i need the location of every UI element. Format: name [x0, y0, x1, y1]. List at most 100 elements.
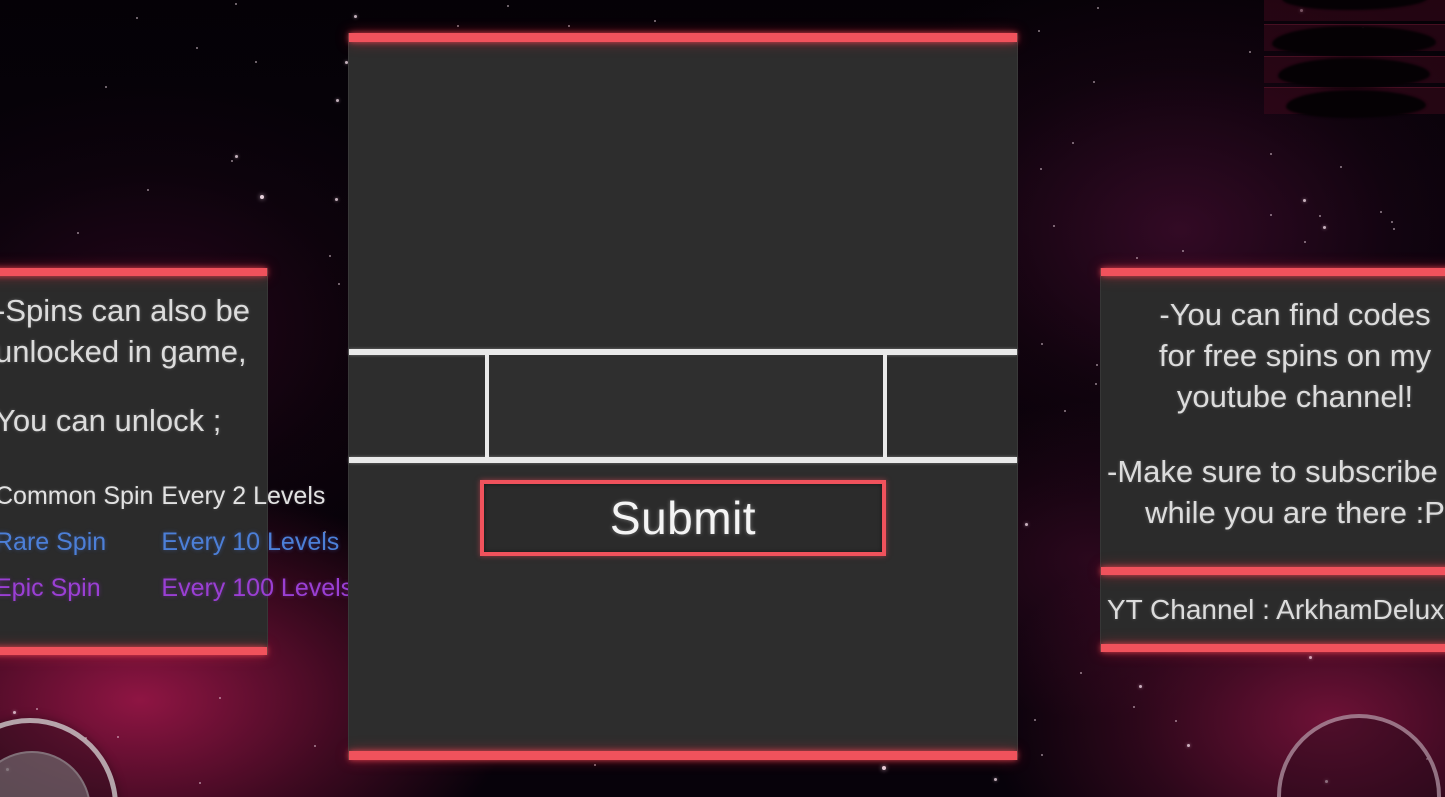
- left-panel-line-2: unlocked in game,: [0, 334, 247, 369]
- star: [255, 61, 257, 63]
- star: [1096, 364, 1098, 366]
- star: [36, 708, 38, 710]
- code-input-row: [349, 349, 1017, 463]
- submit-button[interactable]: Submit: [480, 480, 886, 556]
- star: [336, 99, 339, 102]
- star: [199, 782, 201, 784]
- star: [1041, 343, 1043, 345]
- star: [1038, 30, 1040, 32]
- star: [1249, 51, 1251, 53]
- star: [1095, 383, 1097, 385]
- jump-button[interactable]: [1277, 714, 1441, 797]
- star: [147, 189, 149, 191]
- star: [1034, 719, 1036, 721]
- star: [1187, 744, 1190, 747]
- star: [1304, 241, 1306, 243]
- table-row: Rare Spin Every 10 Levels: [0, 519, 353, 565]
- right-panel-line-3: youtube channel!: [1176, 379, 1414, 414]
- spin-unlock-table: Common Spin Every 2 Levels Rare Spin Eve…: [0, 473, 353, 611]
- left-panel-line-3: You can unlock ;: [0, 403, 222, 438]
- star: [1025, 523, 1028, 526]
- modal-bottom-rule: [349, 751, 1017, 760]
- code-input-bottom-rule: [349, 457, 1017, 463]
- star: [117, 736, 119, 738]
- movement-joystick[interactable]: [0, 718, 118, 797]
- star: [507, 5, 509, 7]
- star: [1139, 685, 1142, 688]
- star: [1303, 199, 1306, 202]
- star: [235, 155, 238, 158]
- left-panel-line-1: -Spins can also be: [0, 293, 251, 328]
- right-panel-top-rule: [1101, 268, 1445, 276]
- left-panel-top-rule: [0, 268, 267, 276]
- star: [1319, 215, 1321, 217]
- star: [1175, 720, 1177, 722]
- censored-hud-overlay: [1264, 0, 1445, 124]
- censor-ink-2: [1272, 26, 1436, 56]
- star: [314, 745, 316, 747]
- spin-cond-epic: Every 100 Levels: [161, 574, 354, 602]
- right-panel-bottom-rule: [1101, 644, 1445, 652]
- star: [1340, 166, 1342, 168]
- star: [654, 20, 656, 22]
- star: [77, 232, 79, 234]
- star: [1064, 410, 1066, 412]
- joystick-knob[interactable]: [0, 751, 91, 797]
- star: [105, 86, 107, 88]
- right-panel-divider-rule: [1101, 567, 1445, 575]
- spins-info-panel: -Spins can also be unlocked in game, You…: [0, 268, 353, 655]
- right-panel-line-4: -Make sure to subscribe: [1107, 454, 1438, 489]
- star: [231, 160, 233, 162]
- star: [1136, 257, 1138, 259]
- code-input[interactable]: [485, 355, 887, 457]
- star: [1270, 153, 1272, 155]
- star: [13, 711, 16, 714]
- star: [568, 25, 570, 27]
- spin-name-common: Common Spin: [0, 482, 154, 510]
- star: [1097, 7, 1099, 9]
- star: [354, 15, 357, 18]
- table-row: Common Spin Every 2 Levels: [0, 473, 353, 519]
- star: [1323, 226, 1326, 229]
- star: [1053, 225, 1055, 227]
- modal-body: Submit: [349, 42, 1017, 751]
- submit-row: Submit: [349, 463, 1017, 556]
- star: [1182, 250, 1184, 252]
- star: [338, 283, 340, 285]
- right-panel-line-2: for free spins on my: [1158, 338, 1432, 373]
- code-redeem-dialog: Submit: [348, 33, 1018, 760]
- star: [1391, 221, 1393, 223]
- youtube-info-panel: -You can find codes for free spins on my…: [1100, 268, 1445, 652]
- star: [335, 198, 338, 201]
- censor-ink-3: [1278, 58, 1430, 88]
- star: [1080, 672, 1082, 674]
- spin-name-epic: Epic Spin: [0, 574, 101, 602]
- star: [1041, 754, 1043, 756]
- star: [1380, 211, 1382, 213]
- star: [136, 17, 138, 19]
- game-screen: -Spins can also be unlocked in game, You…: [0, 0, 1445, 797]
- right-panel-line-5: while you are there :P: [1145, 495, 1445, 530]
- star: [1133, 706, 1135, 708]
- table-row: Epic Spin Every 100 Levels: [0, 565, 353, 611]
- right-panel-line-1: -You can find codes: [1159, 297, 1431, 332]
- star: [594, 764, 596, 766]
- spin-cond-common: Every 2 Levels: [161, 482, 326, 510]
- star: [882, 766, 886, 770]
- star: [1040, 168, 1042, 170]
- star: [329, 255, 331, 257]
- star: [219, 697, 221, 699]
- star: [1072, 142, 1074, 144]
- star: [994, 778, 997, 781]
- star: [1393, 228, 1395, 230]
- modal-top-spacer: [349, 42, 1017, 349]
- star: [457, 25, 459, 27]
- star: [1309, 656, 1312, 659]
- star: [1270, 214, 1272, 216]
- censor-ink-4: [1286, 90, 1426, 118]
- left-panel-bottom-rule: [0, 647, 267, 655]
- spin-cond-rare: Every 10 Levels: [161, 528, 340, 556]
- yt-channel-label: YT Channel : ArkhamDeluxe: [1107, 594, 1445, 625]
- star: [235, 3, 237, 5]
- star: [1093, 81, 1095, 83]
